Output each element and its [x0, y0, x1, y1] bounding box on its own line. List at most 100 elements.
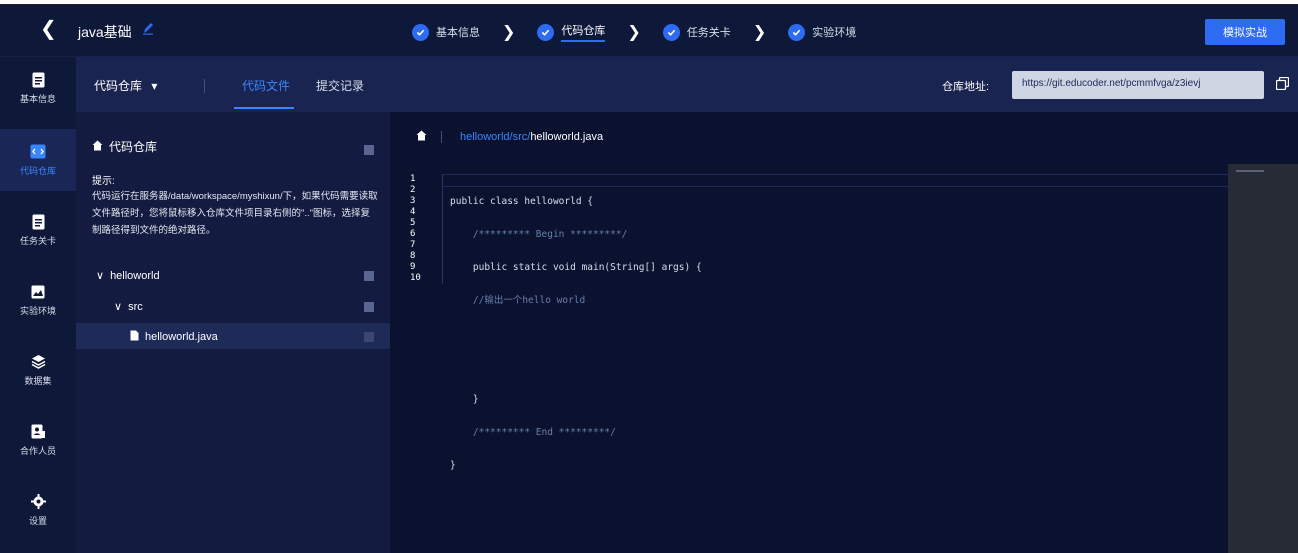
active-tab-indicator [234, 107, 294, 109]
sidebar-item-label: 任务关卡 [19, 235, 56, 246]
file-icon [130, 330, 139, 344]
code-line: } [450, 394, 479, 405]
chevron-right-icon: ❯ [627, 24, 641, 41]
code-line: /********* Begin *********/ [450, 229, 628, 240]
sidebar-item-tasks[interactable]: 任务关卡 [0, 199, 76, 261]
copy-icon[interactable] [1275, 76, 1290, 93]
back-button[interactable]: ❮ [40, 19, 57, 39]
line-numbers: 1 2 3 4 5 6 7 8 9 10 [410, 174, 430, 284]
top-header: ❮ java基础 基本信息 ❯ 代码仓库 ❯ 任务关卡 ❯ 实验环境 模拟实战 [0, 5, 1298, 57]
repo-select-label: 代码仓库 [94, 79, 143, 93]
selected-row-highlight [76, 323, 390, 349]
repo-icon [30, 144, 46, 160]
hint-title: 提示: [92, 176, 115, 187]
code-line: //输出一个hello world [450, 295, 586, 306]
repo-address-field[interactable]: https://git.educoder.net/pcmmfvga/z3ievj [1012, 71, 1264, 99]
sidebar-item-basic-info[interactable]: 基本信息 [0, 57, 76, 119]
edit-pencil-icon[interactable] [142, 21, 154, 38]
line-number: 9 [410, 262, 416, 272]
chevron-down-icon: ▾ [151, 79, 158, 93]
breadcrumb-path[interactable]: helloworld/src/ [460, 131, 530, 143]
breadcrumb: helloworld/src/ helloworld.java [416, 130, 603, 144]
chevron-right-icon: ❯ [752, 24, 767, 41]
step-basic-info[interactable]: 基本信息 [412, 23, 480, 41]
code-area[interactable]: 1 2 3 4 5 6 7 8 9 10 public class hellow… [390, 170, 1228, 553]
sidebar-item-label: 实验环境 [19, 305, 56, 316]
project-title: java基础 [78, 24, 132, 40]
tree-node-label: helloworld.java [145, 331, 218, 343]
indent-guide [442, 174, 443, 284]
code-editor-panel: helloworld/src/ helloworld.java 1 2 3 4 … [390, 112, 1298, 553]
check-circle-icon [412, 23, 429, 41]
chevron-right-icon: ❯ [502, 24, 516, 41]
sidebar-item-settings[interactable]: 设置 [0, 479, 76, 541]
home-icon [92, 140, 103, 154]
tree-file-helloworld-java[interactable]: helloworld.java [130, 330, 218, 344]
tab-code-files[interactable]: 代码文件 [242, 77, 290, 94]
sidebar-item-label: 代码仓库 [19, 165, 56, 176]
more-options-icon[interactable] [364, 332, 374, 342]
document-icon [30, 214, 46, 230]
line-number: 6 [410, 229, 416, 239]
layers-icon [30, 354, 46, 370]
code-text[interactable]: public class helloworld { /********* Beg… [450, 174, 702, 526]
tree-root[interactable]: 代码仓库 [92, 138, 157, 155]
tree-folder-helloworld[interactable]: ∨ helloworld [96, 269, 160, 283]
minimap-line [1236, 170, 1264, 172]
code-line: public class helloworld { [450, 196, 593, 207]
step-lab-env[interactable]: 实验环境 [788, 23, 857, 41]
breadcrumb-file: helloworld.java [530, 131, 604, 143]
line-number: 3 [410, 196, 416, 206]
tree-folder-src[interactable]: ∨ src [114, 300, 143, 314]
tab-commit-history[interactable]: 提交记录 [316, 77, 364, 94]
divider [441, 131, 442, 143]
expand-arrow-icon: ∨ [96, 270, 105, 282]
more-options-icon[interactable] [364, 302, 374, 312]
sidebar-item-label: 设置 [28, 515, 47, 526]
tree-node-label: src [128, 300, 143, 313]
left-sidebar: 基本信息 代码仓库 任务关卡 实验环境 数据集 合作人员 设置 [0, 57, 76, 553]
sidebar-item-lab-env[interactable]: 实验环境 [0, 269, 76, 331]
code-line: } [450, 460, 456, 471]
tree-root-label: 代码仓库 [109, 140, 158, 154]
hint-body: 代码运行在服务器/data/workspace/myshixun/下，如果代码需… [92, 191, 378, 236]
simulate-button[interactable]: 模拟实战 [1205, 19, 1285, 45]
code-line: public static void main(String[] args) { [450, 262, 702, 273]
sidebar-item-label: 数据集 [24, 375, 52, 386]
step-label: 实验环境 [812, 27, 857, 39]
step-label: 代码仓库 [561, 22, 606, 42]
user-card-icon [30, 424, 46, 440]
repo-address-label: 仓库地址: [942, 81, 990, 93]
code-minimap[interactable] [1228, 164, 1298, 553]
more-options-icon[interactable] [364, 271, 374, 281]
tree-node-label: helloworld [110, 269, 160, 282]
line-number: 4 [410, 207, 416, 217]
step-code-repo[interactable]: 代码仓库 [537, 22, 606, 42]
sidebar-item-label: 合作人员 [19, 445, 56, 456]
sidebar-item-collaborators[interactable]: 合作人员 [0, 409, 76, 471]
repo-select[interactable]: 代码仓库 ▾ [94, 77, 157, 94]
document-icon [30, 72, 46, 88]
step-task-levels[interactable]: 任务关卡 [662, 23, 731, 41]
sidebar-item-datasets[interactable]: 数据集 [0, 339, 76, 401]
home-icon[interactable] [416, 130, 427, 144]
line-number: 5 [410, 218, 416, 228]
step-navigation: 基本信息 ❯ 代码仓库 ❯ 任务关卡 ❯ 实验环境 [412, 22, 856, 42]
file-tree-panel: 代码仓库 提示: 代码运行在服务器/data/workspace/myshixu… [76, 112, 390, 553]
divider [204, 79, 205, 93]
check-circle-icon [788, 23, 806, 41]
sidebar-item-code-repo[interactable]: 代码仓库 [0, 129, 76, 191]
image-icon [30, 284, 46, 300]
line-number: 2 [410, 185, 416, 195]
step-label: 任务关卡 [686, 27, 731, 39]
gear-icon [30, 494, 46, 510]
line-number: 10 [410, 273, 421, 283]
code-line: /********* End *********/ [450, 427, 616, 438]
check-circle-icon [537, 23, 555, 41]
line-number: 8 [410, 251, 416, 261]
check-circle-icon [662, 23, 680, 41]
more-options-icon[interactable] [364, 145, 374, 155]
